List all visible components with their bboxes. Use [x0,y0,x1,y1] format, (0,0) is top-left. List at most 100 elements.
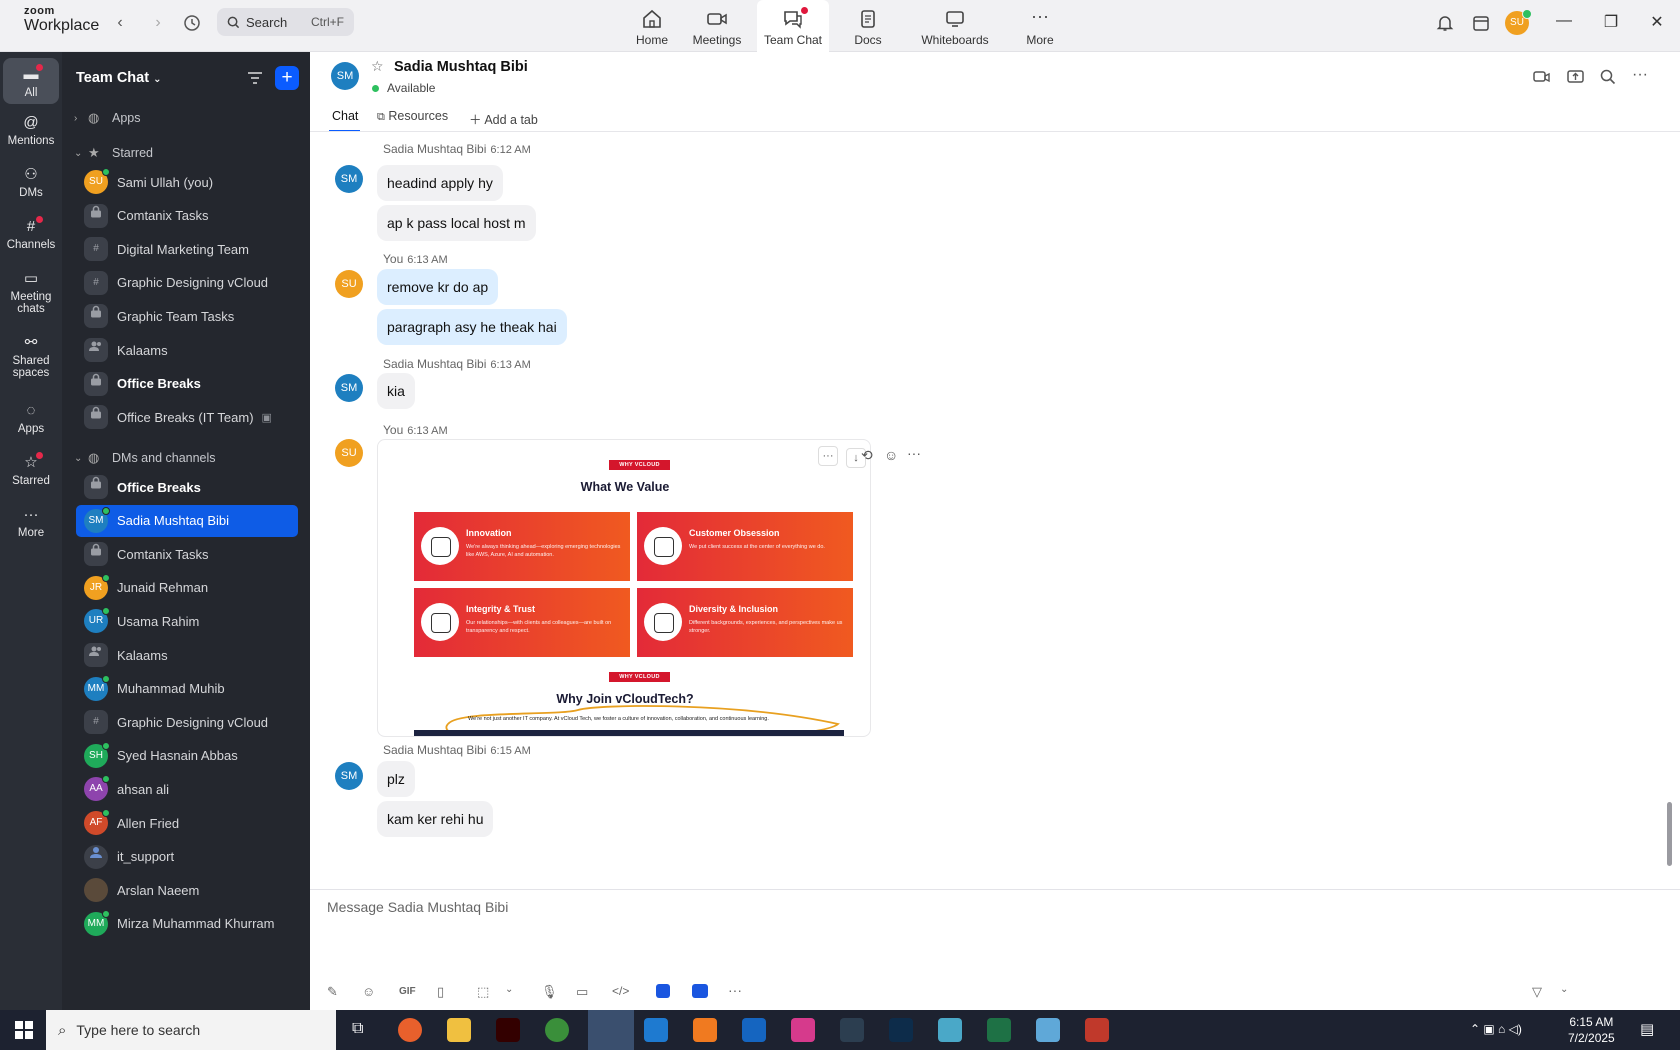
sidebar-item[interactable]: # Digital Marketing Team [76,233,298,265]
rail-dms[interactable]: ⚇ DMs [3,166,59,199]
clips-icon[interactable] [692,984,708,998]
scrollbar-thumb[interactable] [1667,802,1672,866]
sender-avatar[interactable]: SM [335,165,363,193]
tab-resources[interactable]: ⧉ Resources [377,109,448,124]
section-starred[interactable]: ⌄ ★ Starred [74,145,153,161]
rail-mentions[interactable]: @ Mentions [3,114,59,147]
creative-cloud-icon[interactable] [791,1018,815,1042]
message-bubble[interactable]: plz [377,761,415,797]
gif-icon[interactable]: GIF [399,986,416,997]
message-input[interactable]: Message Sadia Mushtaq Bibi [327,899,508,915]
sidebar-item[interactable]: # Graphic Designing vCloud [76,706,298,738]
sidebar-item[interactable]: AF Allen Fried [76,807,298,839]
sidebar-item[interactable]: it_support [76,841,298,873]
taskbar-search[interactable]: ⌕ Type here to search [46,1010,336,1050]
sidebar-item[interactable]: Office Breaks [76,368,298,400]
history-icon[interactable] [180,14,204,37]
image-more-icon[interactable]: ··· [818,446,838,466]
app-icon[interactable] [656,984,670,998]
excel-icon[interactable] [987,1018,1011,1042]
star-outline-icon[interactable]: ☆ [371,58,384,75]
message-bubble[interactable]: remove kr do ap [377,269,499,305]
search-chat-icon[interactable] [1599,68,1619,86]
back-icon[interactable]: ‹ [108,14,132,32]
message-bubble[interactable]: headind apply hy [377,165,503,201]
sidebar-item[interactable]: Office Breaks (IT Team) ▣ [76,401,298,433]
taskbar-clock[interactable]: 6:15 AM 7/2/2025 [1568,1014,1615,1046]
file-explorer-icon[interactable] [447,1018,471,1042]
tab-more[interactable]: ··· More [1008,0,1072,52]
code-snippet-icon[interactable]: </> [612,984,629,998]
section-dms-channels[interactable]: ⌄ ◍ DMs and channels [74,450,216,466]
forward-icon[interactable]: › [146,14,170,32]
zoom-taskbar-icon[interactable] [588,1010,634,1050]
chevron-down-icon[interactable]: ⌄ [1560,984,1568,995]
my-avatar[interactable]: SU [335,270,363,298]
bell-icon[interactable] [1436,14,1454,37]
rail-more[interactable]: ··· More [3,506,59,539]
sidebar-item[interactable]: Graphic Team Tasks [76,300,298,332]
windows-start-icon[interactable] [15,1021,33,1044]
image-attachment[interactable]: WHY VCLOUD TECH? What We Value Innovatio… [377,439,871,737]
sidebar-item[interactable]: MM Mirza Muhammad Khurram [76,908,298,940]
contact-avatar[interactable]: SM [331,62,359,90]
more-options-icon[interactable]: ··· [1632,67,1652,86]
share-screen-icon[interactable] [1566,68,1586,86]
sidebar-item[interactable]: SU Sami Ullah (you) [76,166,298,198]
reply-icon[interactable]: ⟲ [861,447,873,464]
tab-meetings[interactable]: Meetings [684,0,750,52]
send-options-icon[interactable]: ▽ [1532,984,1542,1000]
sender-avatar[interactable]: SM [335,762,363,790]
chrome-icon[interactable] [545,1018,569,1042]
tab-add[interactable]: ＋ Add a tab [469,109,538,128]
sidebar-item[interactable]: Comtanix Tasks [76,200,298,232]
photoshop-icon[interactable] [889,1018,913,1042]
sidebar-title[interactable]: Team Chat ⌄ [76,70,161,86]
format-text-icon[interactable]: ✎ [327,984,338,1000]
outlook-icon[interactable] [742,1018,766,1042]
sidebar-item[interactable]: JR Junaid Rehman [76,572,298,604]
my-avatar[interactable]: SU [335,439,363,467]
tab-home[interactable]: Home [620,0,684,52]
tray-icons[interactable]: ⌃ ▣ ⌂ ◁) [1470,1022,1522,1036]
contact-name[interactable]: Sadia Mushtaq Bibi [394,59,528,75]
sidebar-item[interactable]: Kalaams [76,639,298,671]
sender-avatar[interactable]: SM [335,374,363,402]
tab-docs[interactable]: Docs [836,0,900,52]
sidebar-item[interactable]: SM Sadia Mushtaq Bibi [76,504,298,537]
xampp-icon[interactable] [693,1018,717,1042]
profile-avatar[interactable]: SU [1505,9,1532,35]
app-icon[interactable] [938,1018,962,1042]
video-message-icon[interactable]: ▭ [576,984,588,1000]
task-view-icon[interactable]: ⧉ [352,1020,363,1038]
illustrator-icon[interactable] [496,1018,520,1042]
section-apps[interactable]: › ◍ Apps [74,110,141,126]
vscode-icon[interactable] [644,1018,668,1042]
emoji-react-icon[interactable]: ☺ [884,447,898,463]
message-more-icon[interactable]: ··· [907,445,921,461]
rail-meeting-chats[interactable]: ▭ Meeting chats [3,270,59,315]
video-call-icon[interactable] [1532,68,1552,86]
restore-icon[interactable]: ❐ [1596,12,1626,32]
pen-tool-icon[interactable] [840,1018,864,1042]
sidebar-item[interactable]: UR Usama Rahim [76,605,298,637]
add-button[interactable]: + [275,66,299,90]
rail-apps[interactable]: ◌ Apps [3,402,59,435]
calendar-icon[interactable] [1472,14,1490,37]
sidebar-item[interactable]: Comtanix Tasks [76,538,298,570]
notepad-icon[interactable] [1036,1018,1060,1042]
sidebar-item[interactable]: Kalaams [76,334,298,366]
message-bubble[interactable]: kia [377,373,415,409]
firefox-icon[interactable] [398,1018,422,1042]
search-input[interactable]: Search Ctrl+F [217,8,354,36]
filter-icon[interactable] [246,70,264,86]
chevron-down-icon[interactable]: ⌄ [505,984,513,995]
notifications-icon[interactable]: ▤ [1640,1020,1654,1038]
minimize-icon[interactable]: — [1549,12,1579,30]
tab-chat[interactable]: Chat [332,109,358,123]
sidebar-item[interactable]: # Graphic Designing vCloud [76,267,298,299]
tab-whiteboards[interactable]: Whiteboards [912,0,998,52]
screenshot-icon[interactable]: ⬚ [477,984,489,1000]
message-bubble[interactable]: paragraph asy he theak hai [377,309,567,345]
sidebar-item[interactable]: MM Muhammad Muhib [76,673,298,705]
